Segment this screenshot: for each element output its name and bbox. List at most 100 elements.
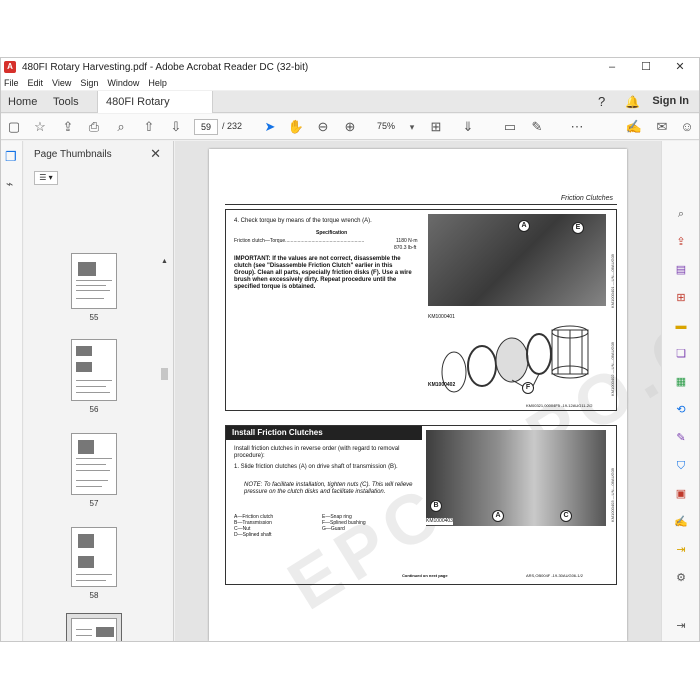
- comment-tool-icon[interactable]: ▬: [674, 319, 688, 333]
- page-number-input[interactable]: 59: [194, 119, 218, 135]
- procedure-box-torque: 4. Check torque by means of the torque w…: [225, 209, 617, 411]
- legend-g: G—Guard: [322, 526, 345, 532]
- side-id-1: KM1000401 —UN—06AUG09: [610, 253, 615, 308]
- more-tools-icon[interactable]: ⚙: [674, 571, 688, 585]
- account-icon[interactable]: ☺: [678, 118, 696, 136]
- tab-bar: Home Tools 480FI Rotary Harve...× ? 🔔 Si…: [1, 91, 699, 130]
- thumbnail-label: 56: [89, 405, 99, 414]
- zoom-dropdown-icon[interactable]: ▾: [403, 118, 421, 136]
- upload-cloud-icon[interactable]: ⇪: [59, 118, 77, 136]
- page-thumbnails-panel: Page Thumbnails ✕ ☰ ▾ 55 56 57 58 ▲: [24, 141, 174, 641]
- thumbnail-label: 58: [89, 591, 99, 600]
- tab-home[interactable]: Home: [8, 91, 37, 113]
- menu-edit[interactable]: Edit: [28, 78, 44, 88]
- zoom-in-icon[interactable]: ⊕: [341, 118, 359, 136]
- pen-icon[interactable]: ✎: [528, 118, 546, 136]
- tab-tools[interactable]: Tools: [53, 91, 79, 113]
- side-id-3: KM1000403 —UN—06AUG09: [610, 467, 615, 522]
- step-1-text: 1. Slide friction clutches (A) on drive …: [234, 464, 398, 470]
- mail-icon[interactable]: ✉: [653, 118, 671, 136]
- protect-icon[interactable]: ⛉: [674, 459, 688, 473]
- page-fit-icon[interactable]: ⊞: [427, 118, 445, 136]
- thumbnail-scrollbar-thumb[interactable]: [161, 368, 168, 380]
- close-panel-icon[interactable]: ✕: [150, 146, 161, 162]
- page-total: / 232: [222, 121, 243, 131]
- photo-id-2: KM1000402: [428, 382, 456, 388]
- thumbnail-page-58[interactable]: [71, 527, 117, 587]
- install-note: NOTE: To facilitate installation, tighte…: [244, 482, 413, 495]
- important-note: IMPORTANT: If the values are not correct…: [234, 256, 412, 290]
- excel-icon[interactable]: ▦: [674, 375, 688, 389]
- organize-icon[interactable]: ▤: [674, 263, 688, 277]
- footer-id-2: ARS,OB004F -19-30AUG06-1/2: [526, 573, 583, 578]
- attachment-icon[interactable]: ⌁: [6, 177, 13, 191]
- close-window-button[interactable]: ✕: [665, 58, 695, 76]
- combine-icon[interactable]: ❏: [674, 347, 688, 361]
- select-cursor-icon[interactable]: ➤: [261, 118, 279, 136]
- pdf-page: EPCDEPO.COM Friction Clutches 4. Check t…: [209, 149, 699, 641]
- document-viewer: EPCDEPO.COM Friction Clutches 4. Check t…: [175, 141, 699, 641]
- collapse-rail-icon[interactable]: ⇥: [674, 619, 688, 633]
- continued-note: Continued on next page: [402, 573, 448, 578]
- running-head: Friction Clutches: [560, 195, 613, 202]
- scroll-up-icon[interactable]: ▲: [161, 258, 168, 265]
- thumbnail-page-56[interactable]: [71, 339, 117, 401]
- more-icon[interactable]: ⋯: [568, 118, 586, 136]
- search-zoom-icon[interactable]: ⌕: [674, 207, 688, 221]
- menu-sign[interactable]: Sign: [80, 78, 98, 88]
- menu-help[interactable]: Help: [148, 78, 167, 88]
- thumbnail-options-icon[interactable]: ☰ ▾: [34, 171, 58, 185]
- callout-c: C: [560, 510, 572, 522]
- window-title: 480FI Rotary Harvesting.pdf - Adobe Acro…: [22, 61, 309, 73]
- minimize-button[interactable]: –: [597, 58, 627, 76]
- sign-in-link[interactable]: Sign In: [652, 95, 689, 107]
- send-icon[interactable]: ⇥: [674, 543, 688, 557]
- bookmark-star-icon[interactable]: ☆: [31, 118, 49, 136]
- thumbnail-label: 55: [89, 313, 99, 322]
- hand-tool-icon[interactable]: ✋: [287, 118, 305, 136]
- callout-b: B: [430, 500, 442, 512]
- thumbnails-panel-icon[interactable]: ❐: [5, 149, 17, 165]
- thumbnail-page-57[interactable]: [71, 433, 117, 495]
- callout-e: E: [572, 222, 584, 234]
- request-sign-icon[interactable]: ✍: [674, 515, 688, 529]
- zoom-level-select[interactable]: 75%: [377, 121, 395, 131]
- comment-icon[interactable]: ▭: [501, 118, 519, 136]
- next-page-icon[interactable]: ⇩: [167, 118, 185, 136]
- footer-id-1: KM00321,00004F5 -19-12AUG11-2/2: [526, 403, 593, 408]
- side-id-2: KM1000402 —UN—06AUG09: [610, 341, 615, 396]
- enhance-icon[interactable]: ⟲: [674, 403, 688, 417]
- intro-text: Install friction clutches in reverse ord…: [234, 446, 400, 459]
- tab-document[interactable]: 480FI Rotary Harve...×: [97, 91, 213, 130]
- menu-window[interactable]: Window: [107, 78, 139, 88]
- save-icon[interactable]: ▢: [5, 118, 23, 136]
- thumbnail-page-59[interactable]: [71, 618, 117, 641]
- menu-view[interactable]: View: [52, 78, 71, 88]
- spec-heading: Specification: [316, 230, 348, 236]
- toolbar: ▢ ☆ ⇪ ⎙ ⌕ ⇧ ⇩ 59 / 232 ➤ ✋ ⊖ ⊕ 75% ▾ ⊞ ⇓…: [1, 114, 699, 140]
- print-icon[interactable]: ⎙: [85, 118, 103, 136]
- photo-id-3: KM1000403: [426, 518, 453, 525]
- export-pdf-icon[interactable]: ⇪: [674, 235, 688, 249]
- zoom-search-icon[interactable]: ⌕: [112, 118, 130, 136]
- menu-bar: File Edit View Sign Window Help: [1, 76, 699, 90]
- callout-a: A: [518, 220, 530, 232]
- zoom-out-icon[interactable]: ⊖: [314, 118, 332, 136]
- maximize-button[interactable]: ☐: [631, 58, 661, 76]
- scroll-mode-icon[interactable]: ⇓: [459, 118, 477, 136]
- help-icon[interactable]: ?: [598, 91, 605, 113]
- callout-a-lower: A: [492, 510, 504, 522]
- fill-sign-icon[interactable]: ✎: [674, 431, 688, 445]
- sign-icon[interactable]: ✍: [625, 118, 643, 136]
- acrobat-icon: A: [4, 61, 16, 73]
- menu-file[interactable]: File: [4, 78, 19, 88]
- thumbnail-page-55[interactable]: [71, 253, 117, 309]
- running-head-rule: Friction Clutches: [225, 185, 617, 205]
- legend-d: D—Splined shaft: [234, 532, 272, 538]
- create-pdf-icon[interactable]: ⊞: [674, 291, 688, 305]
- bell-icon[interactable]: 🔔: [625, 91, 640, 113]
- previous-page-icon[interactable]: ⇧: [140, 118, 158, 136]
- panel-title: Page Thumbnails: [34, 149, 112, 160]
- spec-label: Friction clutch—Torque..................…: [234, 238, 365, 244]
- edit-pdf-icon[interactable]: ▣: [674, 487, 688, 501]
